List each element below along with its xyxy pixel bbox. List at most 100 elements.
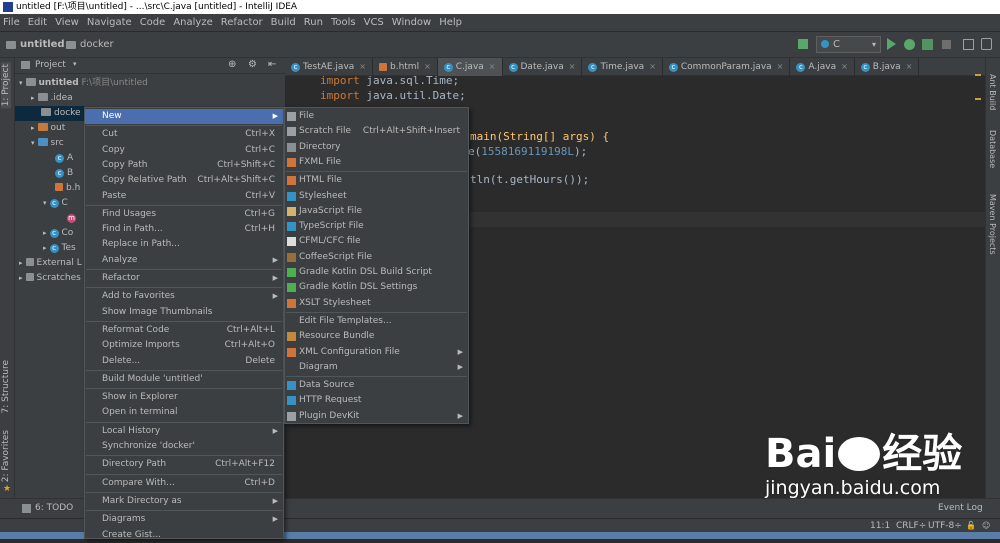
- menu-item-new[interactable]: New ▶: [85, 109, 283, 124]
- menu-item-copy[interactable]: Copy Ctrl+C: [85, 143, 283, 158]
- gear-icon[interactable]: ⚙: [248, 59, 257, 70]
- menu-run[interactable]: Run: [304, 17, 323, 28]
- lock-icon[interactable]: 🔓: [966, 521, 976, 530]
- tab-favorites[interactable]: 2: Favorites: [1, 430, 11, 482]
- menu-analyze[interactable]: Analyze: [173, 17, 212, 28]
- tree-item-co[interactable]: ▸ c Co: [43, 226, 73, 241]
- tree-item-a[interactable]: cA: [55, 151, 73, 166]
- tree-item-b[interactable]: cB: [55, 166, 73, 181]
- close-icon[interactable]: ×: [841, 58, 848, 76]
- menu-item-refactor[interactable]: Refactor ▶: [85, 271, 283, 286]
- menu-item-add-to-favorites[interactable]: Add to Favorites ▶: [85, 289, 283, 304]
- menu-item-create-gist[interactable]: Create Gist...: [85, 528, 283, 543]
- tree-item-idea[interactable]: ▸ .idea: [31, 91, 73, 106]
- menu-view[interactable]: View: [55, 17, 79, 28]
- menu-item-copy-path[interactable]: Copy Path Ctrl+Shift+C: [85, 158, 283, 173]
- menu-edit[interactable]: Edit: [28, 17, 47, 28]
- menu-item-compare-with[interactable]: Compare With... Ctrl+D: [85, 476, 283, 491]
- close-icon[interactable]: ×: [649, 58, 656, 76]
- tab-structure[interactable]: 7: Structure: [1, 360, 11, 414]
- new-item-gradle-kotlin-dsl-build-script[interactable]: Gradle Kotlin DSL Build Script: [285, 265, 468, 280]
- menu-item-replace-in-path[interactable]: Replace in Path...: [85, 237, 283, 252]
- tab-commonparam-java[interactable]: c CommonParam.java ×: [663, 58, 791, 76]
- chevron-down-icon[interactable]: ▾: [73, 60, 77, 68]
- tree-item-scratches[interactable]: ▸ Scratches: [19, 271, 81, 286]
- new-item-resource-bundle[interactable]: Resource Bundle: [285, 329, 468, 344]
- menu-item-find-in-path[interactable]: Find in Path... Ctrl+H: [85, 222, 283, 237]
- new-item-fxml-file[interactable]: FXML File: [285, 155, 468, 170]
- tab-ant-build[interactable]: Ant Build: [988, 74, 997, 110]
- new-item-xslt-stylesheet[interactable]: XSLT Stylesheet: [285, 296, 468, 311]
- new-item-gradle-kotlin-dsl-settings[interactable]: Gradle Kotlin DSL Settings: [285, 280, 468, 295]
- run-icon[interactable]: [887, 38, 896, 50]
- new-item-edit-file-templates[interactable]: Edit File Templates...: [285, 314, 468, 329]
- tab-a-java[interactable]: c A.java ×: [790, 58, 855, 76]
- tab-database[interactable]: Database: [988, 130, 997, 168]
- tab-date-java[interactable]: c Date.java ×: [503, 58, 583, 76]
- menu-item-delete[interactable]: Delete... Delete: [85, 354, 283, 369]
- menu-help[interactable]: Help: [439, 17, 462, 28]
- menu-tools[interactable]: Tools: [331, 17, 356, 28]
- file-encoding[interactable]: UTF-8÷: [928, 521, 962, 531]
- menu-vcs[interactable]: VCS: [364, 17, 384, 28]
- menu-item-optimize-imports[interactable]: Optimize Imports Ctrl+Alt+O: [85, 338, 283, 353]
- menu-item-copy-relative-path[interactable]: Copy Relative Path Ctrl+Alt+Shift+C: [85, 173, 283, 188]
- close-icon[interactable]: ×: [489, 58, 496, 76]
- menu-item-synchronize-docker[interactable]: Synchronize 'docker': [85, 439, 283, 454]
- menu-item-build-module-untitled[interactable]: Build Module 'untitled': [85, 372, 283, 387]
- run-config-select[interactable]: C ▾: [816, 36, 881, 53]
- tree-item-tes[interactable]: ▸ c Tes: [43, 241, 76, 256]
- close-icon[interactable]: ×: [777, 58, 784, 76]
- new-item-javascript-file[interactable]: JavaScript File: [285, 204, 468, 219]
- menu-file[interactable]: File: [3, 17, 20, 28]
- menu-item-reformat-code[interactable]: Reformat Code Ctrl+Alt+L: [85, 323, 283, 338]
- close-icon[interactable]: ×: [906, 58, 913, 76]
- new-item-cfml-cfc-file[interactable]: CFML/CFC file: [285, 234, 468, 249]
- breadcrumb-project[interactable]: untitled: [6, 39, 65, 50]
- build-hammer-icon[interactable]: [798, 39, 808, 49]
- tab-event-log[interactable]: Event Log: [938, 503, 983, 513]
- new-item-file[interactable]: File: [285, 109, 468, 124]
- tree-item-untitled[interactable]: ▾ untitled F:\项目\untitled: [19, 76, 148, 91]
- menu-item-mark-directory-as[interactable]: Mark Directory as ▶: [85, 494, 283, 509]
- tree-item-external-libraries[interactable]: ▸ External L: [19, 256, 82, 271]
- tree-item-b-html[interactable]: b.h: [55, 181, 80, 196]
- caret-position[interactable]: 11:1: [870, 521, 890, 531]
- new-item-scratch-file[interactable]: Scratch File Ctrl+Alt+Shift+Insert: [285, 124, 468, 139]
- menu-item-analyze[interactable]: Analyze ▶: [85, 253, 283, 268]
- hide-icon[interactable]: ⇤: [268, 59, 276, 70]
- new-item-data-source[interactable]: Data Source: [285, 378, 468, 393]
- tab-maven-projects[interactable]: Maven Projects: [988, 194, 997, 255]
- menu-item-directory-path[interactable]: Directory Path Ctrl+Alt+F12: [85, 457, 283, 472]
- menu-item-local-history[interactable]: Local History ▶: [85, 424, 283, 439]
- new-item-http-request[interactable]: HTTP Request: [285, 393, 468, 408]
- tree-item-src[interactable]: ▾ src: [31, 136, 64, 151]
- new-item-typescript-file[interactable]: TypeScript File: [285, 219, 468, 234]
- menu-item-show-image-thumbnails[interactable]: Show Image Thumbnails: [85, 305, 283, 320]
- tree-item-c[interactable]: ▾ c C: [43, 196, 68, 211]
- new-item-directory[interactable]: Directory: [285, 140, 468, 155]
- line-separator[interactable]: CRLF÷: [896, 521, 926, 531]
- menu-code[interactable]: Code: [140, 17, 166, 28]
- menu-item-find-usages[interactable]: Find Usages Ctrl+G: [85, 207, 283, 222]
- breadcrumb-folder[interactable]: docker: [66, 39, 114, 50]
- new-item-stylesheet[interactable]: Stylesheet: [285, 189, 468, 204]
- scroll-from-source-icon[interactable]: ⊕: [228, 59, 236, 70]
- tree-item-docker[interactable]: docke: [15, 106, 85, 121]
- stop-icon[interactable]: [942, 40, 951, 49]
- new-item-xml-configuration-file[interactable]: XML Configuration File ▶: [285, 345, 468, 360]
- menu-navigate[interactable]: Navigate: [87, 17, 132, 28]
- tab-time-java[interactable]: c Time.java ×: [582, 58, 663, 76]
- project-view-select[interactable]: Project: [35, 60, 66, 70]
- new-item-diagram[interactable]: Diagram ▶: [285, 360, 468, 375]
- tab-b-java[interactable]: c B.java ×: [855, 58, 920, 76]
- menu-window[interactable]: Window: [392, 17, 431, 28]
- coverage-icon[interactable]: [922, 39, 933, 50]
- tab-project[interactable]: 1: Project: [1, 62, 11, 109]
- tree-item-method[interactable]: m: [67, 211, 79, 226]
- close-icon[interactable]: ×: [569, 58, 576, 76]
- new-item-plugin-devkit[interactable]: Plugin DevKit ▶: [285, 409, 468, 424]
- menu-item-open-in-terminal[interactable]: Open in terminal: [85, 405, 283, 420]
- tree-item-out[interactable]: ▸ out: [31, 121, 65, 136]
- debug-icon[interactable]: [904, 39, 915, 50]
